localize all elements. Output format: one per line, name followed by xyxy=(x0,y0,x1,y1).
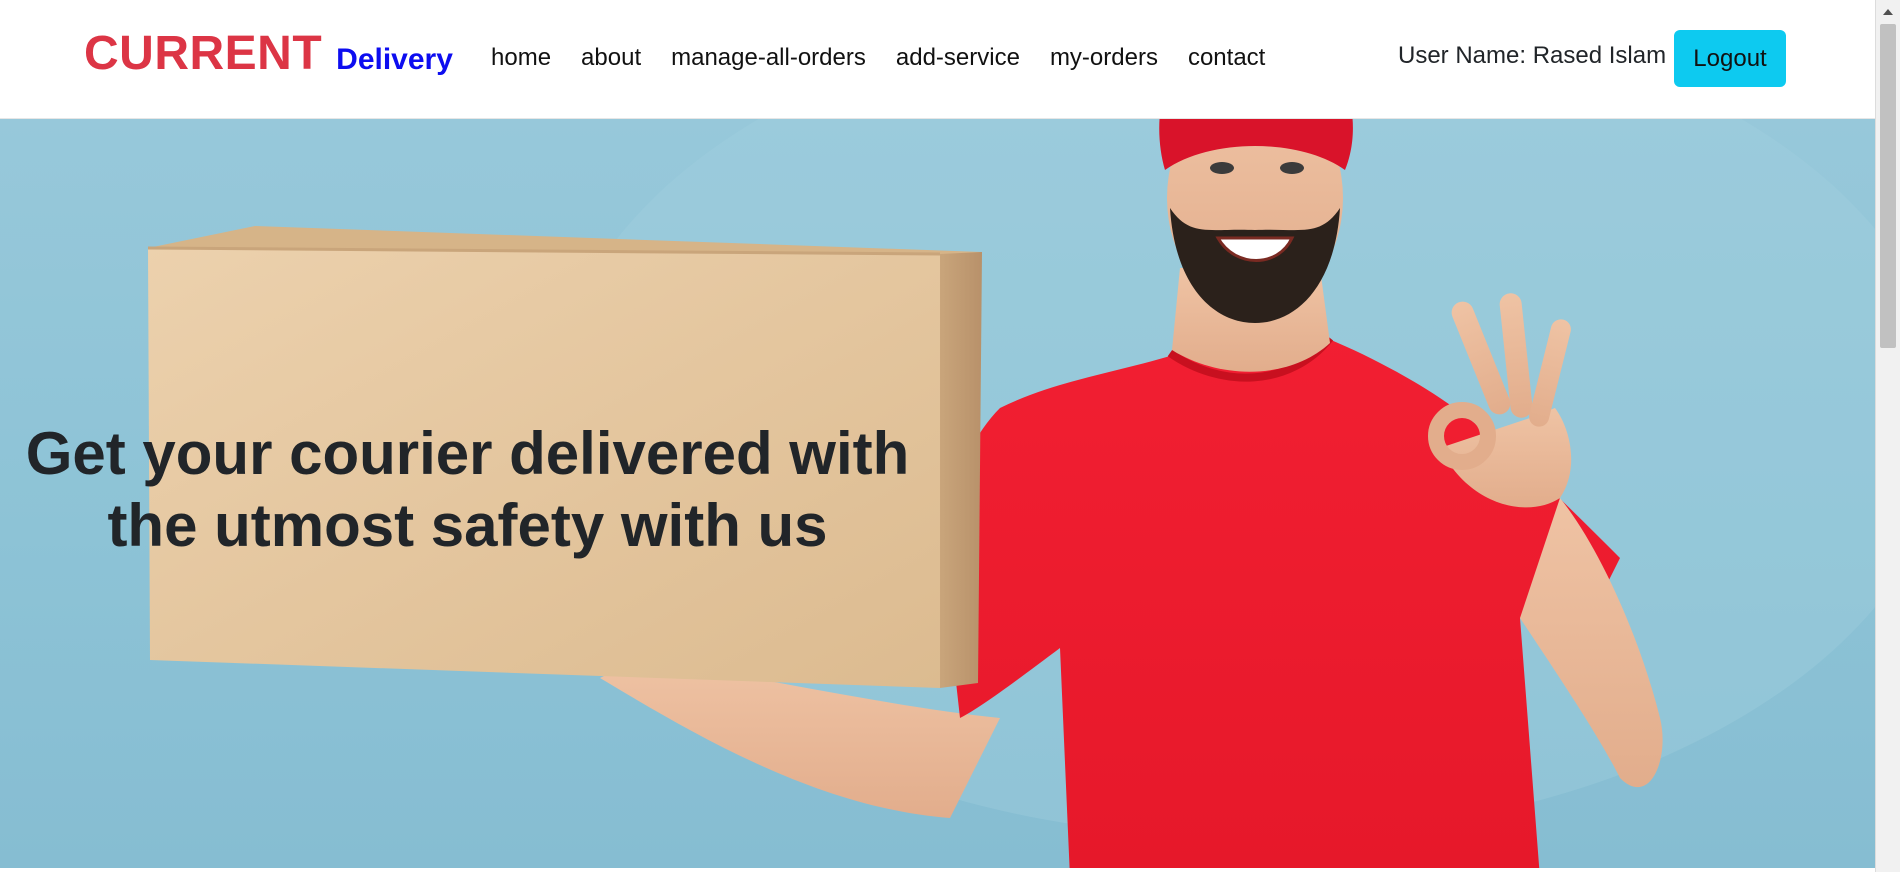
nav-link-contact[interactable]: contact xyxy=(1173,44,1280,72)
scroll-thumb[interactable] xyxy=(1880,24,1896,348)
page: CURRENT Delivery home about manage-all-o… xyxy=(0,0,1900,872)
nav-link-add-service[interactable]: add-service xyxy=(881,44,1035,72)
brand-logo[interactable]: CURRENT Delivery xyxy=(84,26,453,81)
nav-link-about[interactable]: about xyxy=(566,44,656,72)
logout-button[interactable]: Logout xyxy=(1674,30,1786,87)
brand-name: CURRENT xyxy=(84,27,323,80)
hero-heading-line1: Get your courier delivered with xyxy=(25,420,910,487)
bottom-edge xyxy=(0,868,1876,872)
hero-banner: Get your courier delivered with the utmo… xyxy=(0,118,1876,868)
nav-link-home[interactable]: home xyxy=(476,44,566,72)
scroll-up-arrow-icon[interactable] xyxy=(1883,9,1893,15)
eye-right xyxy=(1280,162,1304,174)
navbar: CURRENT Delivery home about manage-all-o… xyxy=(0,0,1876,119)
nav-link-my-orders[interactable]: my-orders xyxy=(1035,44,1173,72)
hero-heading: Get your courier delivered with the utmo… xyxy=(0,418,935,562)
nav-links: home about manage-all-orders add-service… xyxy=(476,44,1280,72)
user-name-label: User Name: Rased Islam xyxy=(1398,42,1667,69)
eye-left xyxy=(1210,162,1234,174)
vertical-scrollbar[interactable] xyxy=(1875,0,1900,872)
nav-link-manage-all-orders[interactable]: manage-all-orders xyxy=(656,44,881,72)
hero-heading-line2: the utmost safety with us xyxy=(107,492,828,559)
brand-subtitle: Delivery xyxy=(336,43,453,76)
